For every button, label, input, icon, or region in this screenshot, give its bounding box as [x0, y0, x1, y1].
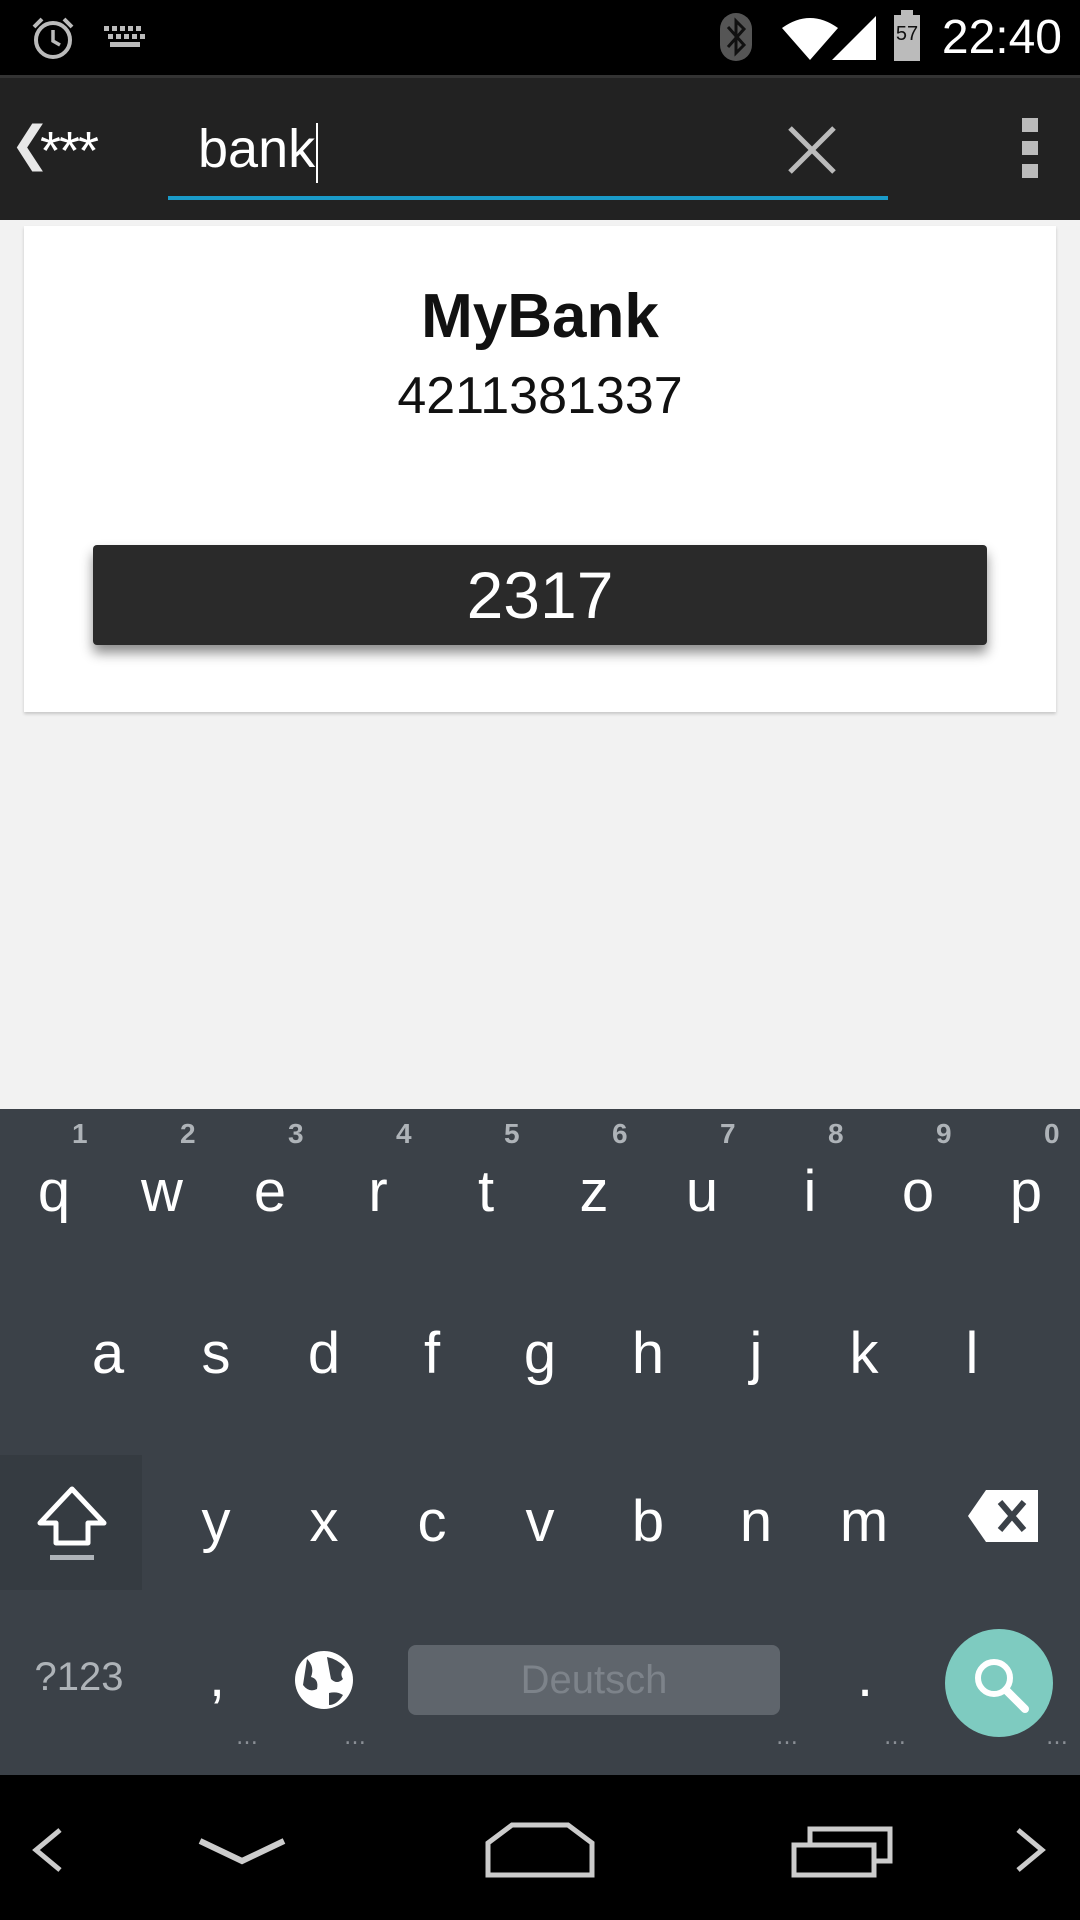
search-more-dots: … — [1046, 1725, 1069, 1750]
key-k[interactable]: k — [810, 1320, 918, 1387]
home-icon[interactable] — [484, 1821, 596, 1879]
comma-key[interactable]: , — [162, 1643, 272, 1710]
search-input[interactable]: bank — [198, 118, 319, 183]
entry-name: MyBank — [421, 282, 659, 351]
alarm-icon — [32, 17, 74, 59]
nav-left-icon[interactable] — [30, 1827, 66, 1873]
period-key[interactable]: . — [810, 1643, 920, 1710]
wifi-icon — [782, 18, 838, 60]
app-logo[interactable]: *** — [40, 120, 99, 182]
key-hint-4: 4 — [396, 1118, 412, 1149]
bluetooth-icon — [720, 13, 752, 61]
key-p[interactable]: p — [972, 1158, 1080, 1225]
key-hint-9: 9 — [936, 1118, 952, 1149]
result-card[interactable]: MyBank 4211381337 2317 — [24, 226, 1056, 712]
key-r[interactable]: r — [324, 1158, 432, 1225]
battery-level: 57 — [896, 23, 918, 45]
action-bar: ❮ *** bank — [0, 75, 1080, 220]
key-b[interactable]: b — [594, 1488, 702, 1555]
entry-number: 4211381337 — [397, 367, 683, 425]
pin-button[interactable]: 2317 — [93, 545, 987, 645]
overflow-menu-icon[interactable] — [1020, 118, 1040, 182]
keyboard-icon — [104, 26, 145, 47]
globe-more-dots: … — [344, 1725, 367, 1750]
search-underline — [168, 196, 888, 200]
key-q[interactable]: q — [0, 1158, 108, 1225]
key-t[interactable]: t — [432, 1158, 540, 1225]
key-o[interactable]: o — [864, 1158, 972, 1225]
key-w[interactable]: w — [108, 1158, 216, 1225]
nav-right-icon[interactable] — [1012, 1827, 1048, 1873]
key-hint-6: 6 — [612, 1118, 628, 1149]
signal-icon — [832, 16, 876, 60]
key-h[interactable]: h — [594, 1320, 702, 1387]
key-x[interactable]: x — [270, 1488, 378, 1555]
key-i[interactable]: i — [756, 1158, 864, 1225]
key-m[interactable]: m — [810, 1488, 918, 1555]
clear-icon[interactable] — [784, 122, 840, 178]
key-j[interactable]: j — [702, 1320, 810, 1387]
key-u[interactable]: u — [648, 1158, 756, 1225]
key-l[interactable]: l — [918, 1320, 1026, 1387]
comma-more-dots: … — [236, 1725, 259, 1750]
key-hint-3: 3 — [288, 1118, 304, 1149]
key-f[interactable]: f — [378, 1320, 486, 1387]
key-g[interactable]: g — [486, 1320, 594, 1387]
symbols-key[interactable]: ?123 — [24, 1655, 134, 1700]
key-hint-1: 1 — [72, 1118, 88, 1149]
key-v[interactable]: v — [486, 1488, 594, 1555]
battery-icon: 57 — [894, 10, 920, 61]
key-hint-5: 5 — [504, 1118, 520, 1149]
backspace-icon[interactable] — [966, 1488, 1042, 1544]
shift-icon — [37, 1486, 107, 1560]
navigation-bar — [0, 1775, 1080, 1920]
status-bar: 57 22:40 — [0, 0, 1080, 75]
key-hint-0: 0 — [1044, 1118, 1060, 1149]
key-hint-2: 2 — [180, 1118, 196, 1149]
shift-key[interactable] — [0, 1455, 142, 1590]
key-hint-7: 7 — [720, 1118, 736, 1149]
key-hint-8: 8 — [828, 1118, 844, 1149]
space-more-dots: … — [776, 1725, 799, 1750]
key-e[interactable]: e — [216, 1158, 324, 1225]
search-action-key[interactable] — [945, 1629, 1053, 1737]
search-icon — [975, 1659, 1029, 1713]
key-c[interactable]: c — [378, 1488, 486, 1555]
globe-icon[interactable] — [293, 1649, 355, 1711]
key-y[interactable]: y — [162, 1488, 270, 1555]
recents-icon[interactable] — [790, 1823, 896, 1879]
period-more-dots: … — [884, 1725, 907, 1750]
key-s[interactable]: s — [162, 1320, 270, 1387]
status-time: 22:40 — [941, 11, 1062, 64]
key-n[interactable]: n — [702, 1488, 810, 1555]
key-z[interactable]: z — [540, 1158, 648, 1225]
search-field[interactable]: bank — [168, 100, 888, 200]
hide-keyboard-icon[interactable] — [196, 1837, 288, 1867]
key-a[interactable]: a — [54, 1320, 162, 1387]
text-caret — [316, 122, 319, 183]
key-d[interactable]: d — [270, 1320, 378, 1387]
space-bar[interactable]: Deutsch — [408, 1645, 780, 1715]
